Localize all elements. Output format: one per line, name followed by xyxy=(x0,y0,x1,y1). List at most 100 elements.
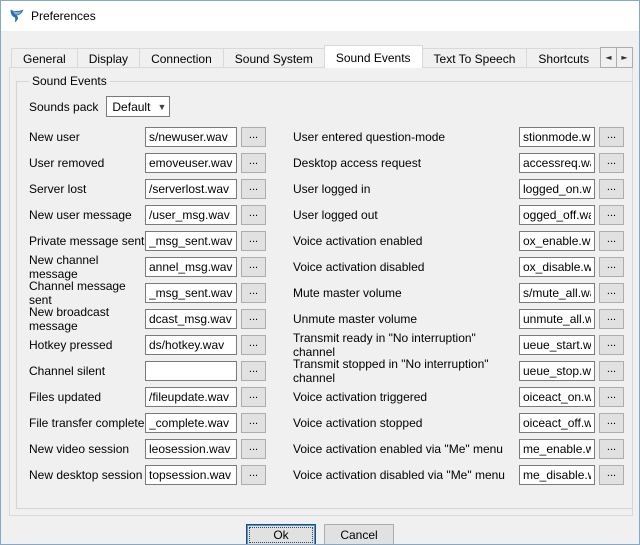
sound-event-label: File transfer complete xyxy=(27,416,145,430)
sound-event-label: Private message sent xyxy=(27,234,145,248)
tab-display[interactable]: Display xyxy=(77,48,140,68)
sound-event-row: File transfer complete... xyxy=(27,413,279,433)
sound-file-input[interactable] xyxy=(519,335,595,355)
sound-file-input[interactable] xyxy=(519,465,595,485)
tab-scroll-right-button[interactable]: ► xyxy=(616,47,633,68)
sound-file-input[interactable] xyxy=(519,205,595,225)
tab-sound-system[interactable]: Sound System xyxy=(223,48,325,68)
tab-text-to-speech[interactable]: Text To Speech xyxy=(422,48,528,68)
sound-file-input[interactable] xyxy=(519,413,595,433)
sound-file-input[interactable] xyxy=(145,335,237,355)
sound-file-input[interactable] xyxy=(145,283,237,303)
sound-file-input[interactable] xyxy=(145,439,237,459)
browse-button[interactable]: ... xyxy=(241,387,266,407)
browse-button[interactable]: ... xyxy=(599,127,624,147)
sound-event-label: Desktop access request xyxy=(291,156,519,170)
sound-event-row: Voice activation triggered... xyxy=(291,387,624,407)
sound-file-input[interactable] xyxy=(145,127,237,147)
sound-events-right-column: User entered question-mode...Desktop acc… xyxy=(291,127,624,491)
sound-event-label: New channel message xyxy=(27,253,145,281)
sound-event-row: Voice activation disabled... xyxy=(291,257,624,277)
chevron-down-icon: ▼ xyxy=(157,102,167,112)
sound-event-label: Hotkey pressed xyxy=(27,338,145,352)
browse-button[interactable]: ... xyxy=(599,309,624,329)
browse-button[interactable]: ... xyxy=(599,179,624,199)
browse-button[interactable]: ... xyxy=(241,413,266,433)
browse-button[interactable]: ... xyxy=(241,439,266,459)
browse-button[interactable]: ... xyxy=(241,335,266,355)
sound-file-input[interactable] xyxy=(519,257,595,277)
sound-file-input[interactable] xyxy=(145,179,237,199)
sound-file-input[interactable] xyxy=(519,179,595,199)
sound-event-label: Voice activation enabled xyxy=(291,234,519,248)
browse-button[interactable]: ... xyxy=(241,231,266,251)
tab-sound-events[interactable]: Sound Events xyxy=(324,45,423,68)
sound-event-row: Transmit stopped in "No interruption" ch… xyxy=(291,361,624,381)
sound-file-input[interactable] xyxy=(519,439,595,459)
sound-file-input[interactable] xyxy=(145,387,237,407)
browse-button[interactable]: ... xyxy=(599,413,624,433)
browse-button[interactable]: ... xyxy=(599,387,624,407)
cancel-button[interactable]: Cancel xyxy=(324,524,394,545)
browse-button[interactable]: ... xyxy=(241,309,266,329)
sound-event-row: New broadcast message... xyxy=(27,309,279,329)
sound-file-input[interactable] xyxy=(519,387,595,407)
browse-button[interactable]: ... xyxy=(599,361,624,381)
browse-button[interactable]: ... xyxy=(599,439,624,459)
sound-event-label: User logged out xyxy=(291,208,519,222)
sounds-pack-select[interactable]: Default ▼ xyxy=(106,96,170,117)
sound-event-label: New broadcast message xyxy=(27,305,145,333)
browse-button[interactable]: ... xyxy=(241,179,266,199)
tab-connection[interactable]: Connection xyxy=(139,48,224,68)
sound-event-row: New user... xyxy=(27,127,279,147)
sound-event-row: Private message sent... xyxy=(27,231,279,251)
browse-button[interactable]: ... xyxy=(241,257,266,277)
tab-bar: GeneralDisplayConnectionSound SystemSoun… xyxy=(9,45,633,68)
sound-file-input[interactable] xyxy=(145,413,237,433)
sound-event-row: New user message... xyxy=(27,205,279,225)
tab-strip: GeneralDisplayConnectionSound SystemSoun… xyxy=(9,45,633,68)
sound-event-label: Unmute master volume xyxy=(291,312,519,326)
sound-file-input[interactable] xyxy=(519,153,595,173)
browse-button[interactable]: ... xyxy=(599,465,624,485)
sound-event-row: Mute master volume... xyxy=(291,283,624,303)
browse-button[interactable]: ... xyxy=(241,465,266,485)
sound-event-label: New video session xyxy=(27,442,145,456)
sound-file-input[interactable] xyxy=(145,231,237,251)
sound-file-input[interactable] xyxy=(145,361,237,381)
tab-shortcuts[interactable]: Shortcuts xyxy=(526,48,601,68)
browse-button[interactable]: ... xyxy=(599,283,624,303)
browse-button[interactable]: ... xyxy=(599,257,624,277)
sound-file-input[interactable] xyxy=(145,205,237,225)
sound-file-input[interactable] xyxy=(145,465,237,485)
sound-event-row: Voice activation disabled via "Me" menu.… xyxy=(291,465,624,485)
browse-button[interactable]: ... xyxy=(241,153,266,173)
sound-file-input[interactable] xyxy=(145,153,237,173)
tab-general[interactable]: General xyxy=(11,48,78,68)
sound-event-label: Voice activation triggered xyxy=(291,390,519,404)
sound-event-row: Files updated... xyxy=(27,387,279,407)
sound-file-input[interactable] xyxy=(519,127,595,147)
sound-file-input[interactable] xyxy=(519,309,595,329)
sound-file-input[interactable] xyxy=(519,361,595,381)
browse-button[interactable]: ... xyxy=(241,127,266,147)
sound-event-row: New channel message... xyxy=(27,257,279,277)
sound-event-label: Channel message sent xyxy=(27,279,145,307)
browse-button[interactable]: ... xyxy=(241,283,266,303)
browse-button[interactable]: ... xyxy=(241,361,266,381)
tab-scroll-left-button[interactable]: ◄ xyxy=(600,47,617,68)
sound-event-row: Transmit ready in "No interruption" chan… xyxy=(291,335,624,355)
sound-events-group: Sound Events Sounds pack Default ▼ New u… xyxy=(16,74,633,509)
browse-button[interactable]: ... xyxy=(241,205,266,225)
browse-button[interactable]: ... xyxy=(599,335,624,355)
sound-file-input[interactable] xyxy=(145,257,237,277)
browse-button[interactable]: ... xyxy=(599,205,624,225)
sound-file-input[interactable] xyxy=(519,231,595,251)
sound-file-input[interactable] xyxy=(519,283,595,303)
sound-event-row: User logged out... xyxy=(291,205,624,225)
browse-button[interactable]: ... xyxy=(599,153,624,173)
titlebar: Preferences xyxy=(1,1,639,31)
browse-button[interactable]: ... xyxy=(599,231,624,251)
ok-button[interactable]: Ok xyxy=(246,524,316,545)
sound-file-input[interactable] xyxy=(145,309,237,329)
